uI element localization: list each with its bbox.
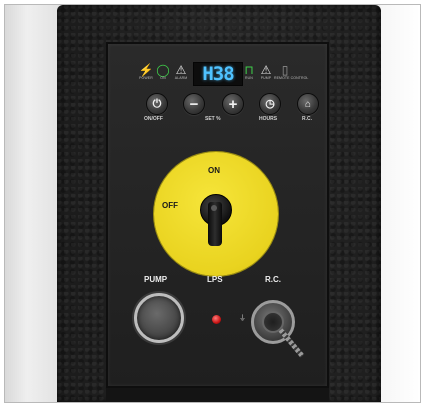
rc-button-label: R.C.: [302, 116, 312, 122]
ring-icon: ◯: [156, 63, 170, 77]
minus-icon: −: [189, 95, 199, 113]
remote-home-icon: ⌂: [304, 98, 312, 110]
pump-indicator-label: PUMP: [260, 76, 272, 80]
run-label: RUN: [245, 76, 253, 80]
switch-on-label: ON: [208, 166, 220, 175]
rc-label: R.C.: [265, 275, 281, 284]
switch-off-label: OFF: [162, 201, 178, 210]
wall-left: [5, 5, 60, 402]
plus-icon: +: [228, 95, 238, 113]
remote-control-indicator: ▯ REMOTE CONTROL: [274, 63, 309, 80]
power-icon: ⏻: [152, 97, 162, 110]
remote-icon: ▯: [281, 63, 289, 77]
hours-label: HOURS: [259, 116, 278, 122]
alarm-label: ALARM: [174, 76, 188, 80]
pump-button[interactable]: [134, 293, 184, 343]
knob-screw: [211, 205, 217, 211]
increase-button[interactable]: +: [222, 93, 244, 115]
clock-icon: ◷: [265, 97, 275, 110]
onoff-label: ON/OFF: [144, 116, 163, 122]
power-indicator: ⚡ POWER: [138, 64, 154, 80]
ground-icon: ⏚: [239, 315, 246, 322]
pump-indicator: ⚠ PUMP: [258, 64, 274, 80]
run-indicator: ⊓ RUN: [242, 64, 256, 80]
warning-icon: ⚠: [175, 63, 187, 77]
remote-control-label: REMOTE CONTROL: [274, 76, 309, 80]
lps-label: LPS: [207, 275, 223, 284]
hours-button[interactable]: ◷: [259, 93, 281, 115]
decrease-button[interactable]: −: [183, 93, 205, 115]
run-icon: ⊓: [244, 63, 254, 77]
set-percent-label: SET %: [205, 116, 221, 122]
lps-indicator-led: [212, 315, 221, 324]
lightning-icon: ⚡: [138, 63, 154, 77]
onoff-button[interactable]: ⏻: [146, 93, 168, 115]
on-indicator: ◯ ON: [156, 64, 170, 80]
power-label: POWER: [139, 76, 153, 80]
alarm-indicator: ⚠ ALARM: [172, 64, 190, 80]
panel-bottom-strip: [106, 388, 329, 402]
wall-right: [380, 5, 420, 402]
pump-label: PUMP: [144, 275, 168, 284]
rc-button[interactable]: ⌂: [297, 93, 319, 115]
temperature-display: H38: [193, 62, 243, 86]
pump-warning-icon: ⚠: [260, 63, 272, 77]
